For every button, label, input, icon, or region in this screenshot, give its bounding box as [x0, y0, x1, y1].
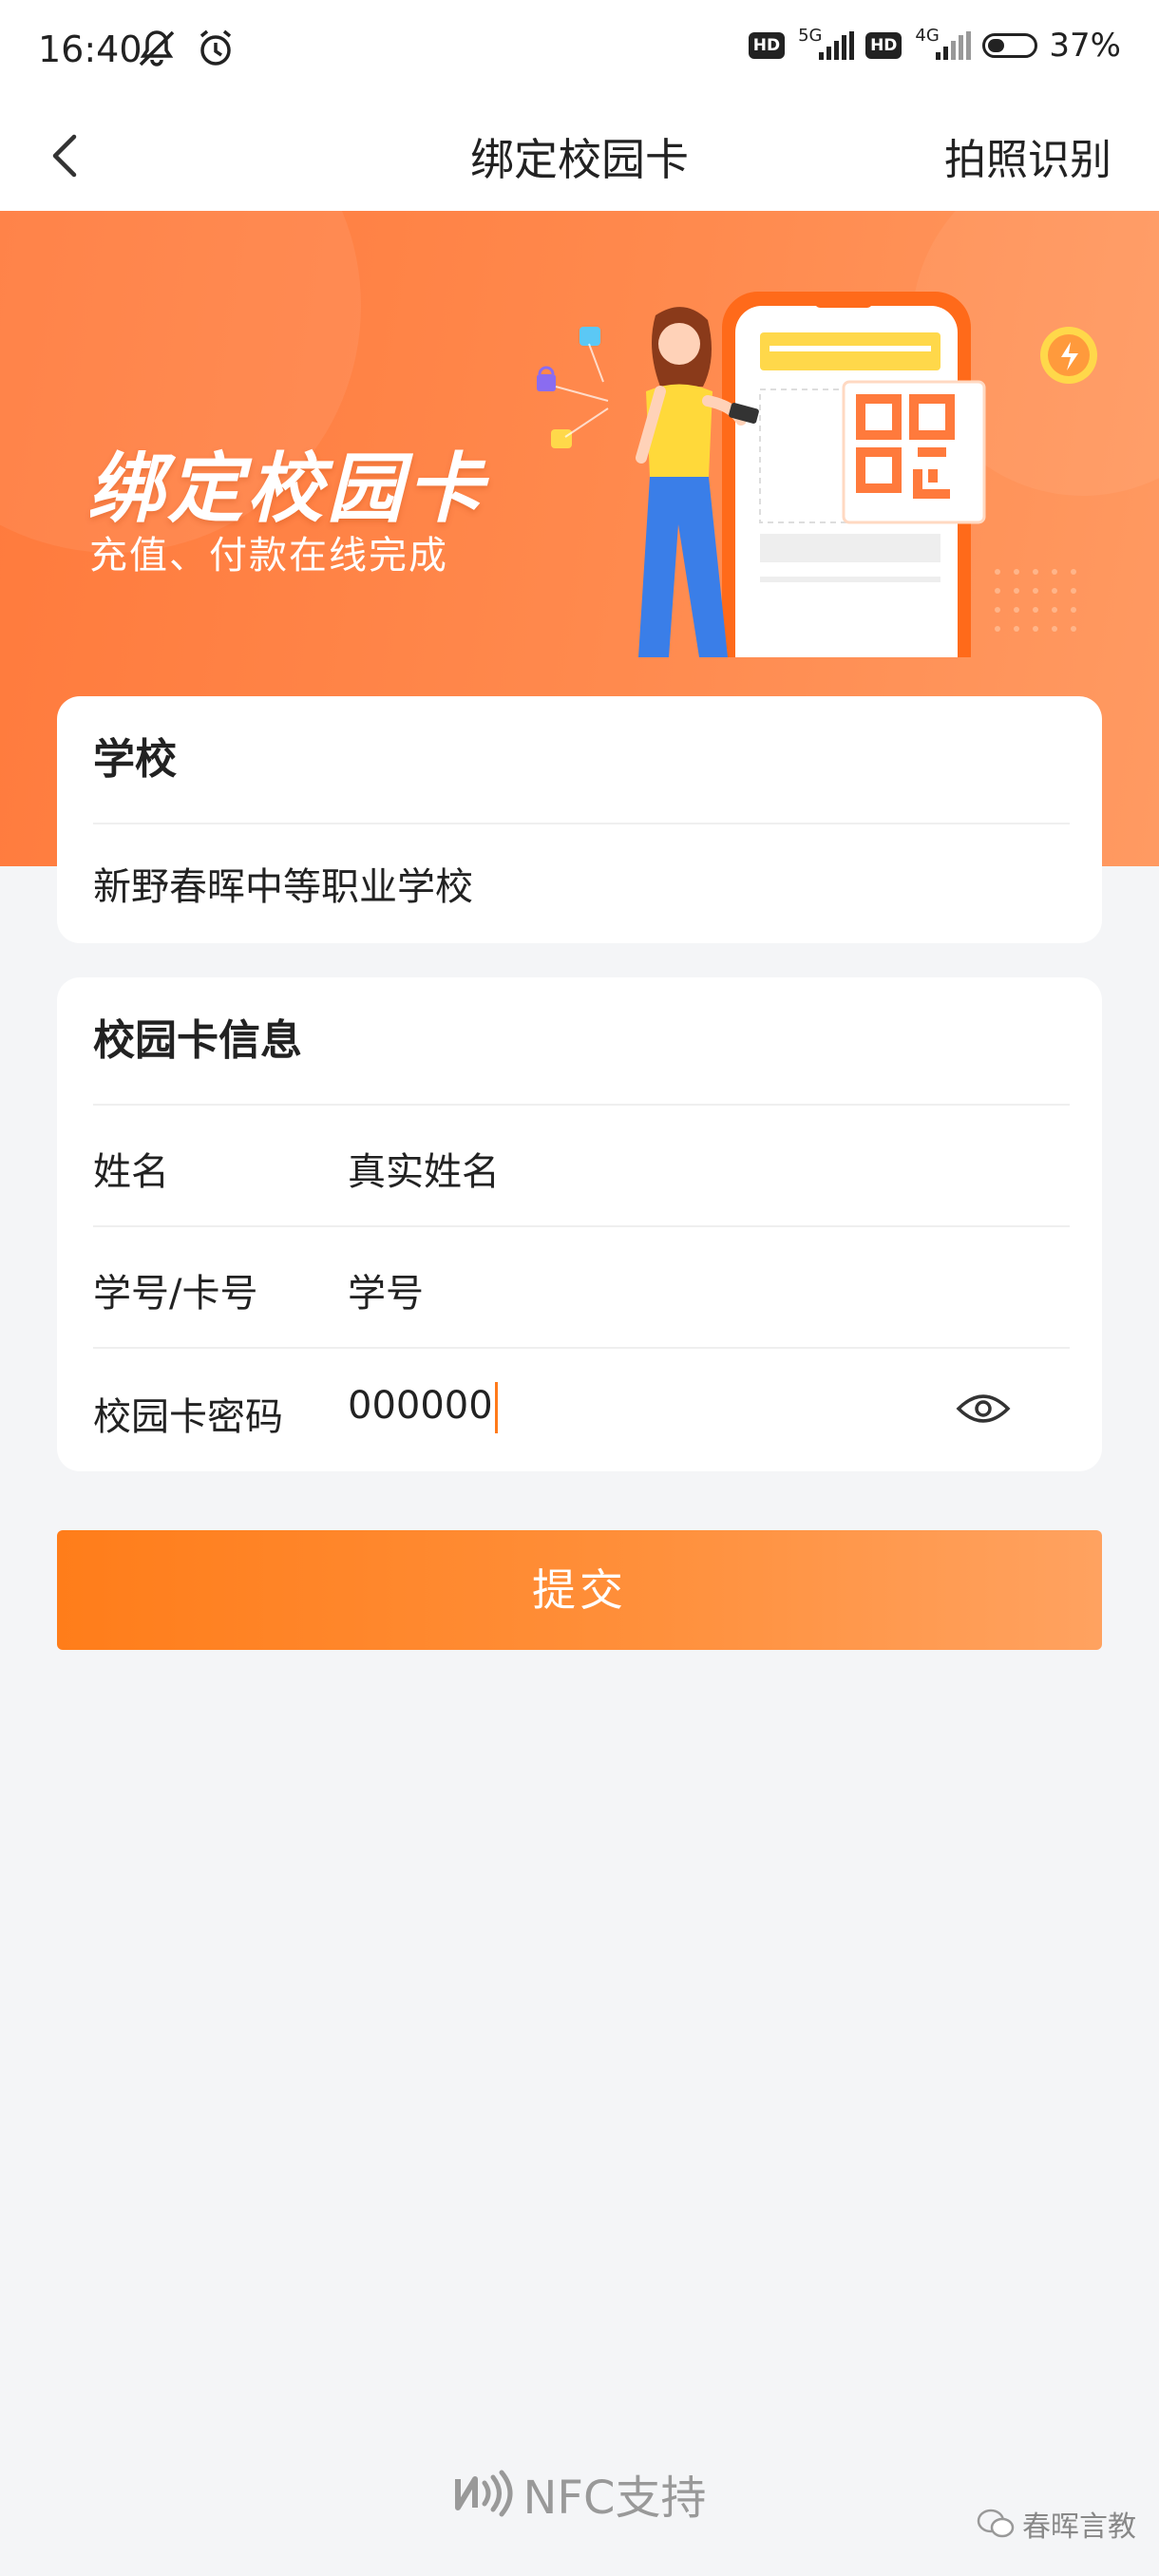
signal-icon: 5G [796, 26, 855, 60]
status-bar: 16:40 HD 5G HD 4G 37% [0, 0, 1159, 104]
school-card: 学校 新野春晖中等职业学校 [57, 696, 1102, 943]
password-label: 校园卡密码 [93, 1395, 283, 1439]
nav-bar: 绑定校园卡 拍照识别 [0, 104, 1159, 211]
network-type: 5G [798, 26, 823, 46]
battery-icon [982, 33, 1038, 58]
text-caret [494, 1382, 498, 1433]
wechat-icon [977, 2509, 1015, 2538]
password-input[interactable]: 000000 [348, 1380, 498, 1433]
eye-icon[interactable] [956, 1390, 1011, 1428]
hd-badge: HD [748, 32, 786, 59]
status-time: 16:40 [38, 28, 142, 70]
name-label: 姓名 [93, 1150, 169, 1194]
watermark-text: 春晖言教 [1022, 2510, 1136, 2544]
hd-badge-2: HD [865, 32, 902, 59]
watermark: 春晖言教 [977, 2503, 1136, 2545]
school-name[interactable]: 新野春晖中等职业学校 [93, 856, 473, 911]
battery-percent: 37% [1049, 27, 1121, 65]
network-type-2: 4G [915, 26, 940, 46]
student-id-input[interactable]: 学号 [348, 1262, 424, 1317]
banner-title: 绑定校园卡 [87, 445, 486, 533]
card-info-heading: 校园卡信息 [93, 1016, 302, 1065]
nfc-label: NFC支持 [522, 2472, 707, 2525]
school-heading: 学校 [93, 735, 177, 784]
card-info-card: 校园卡信息 姓名 真实姓名 学号/卡号 学号 校园卡密码 000000 [57, 977, 1102, 1471]
banner-illustration [537, 292, 1097, 657]
submit-button[interactable]: 提交 [57, 1530, 1102, 1650]
password-value: 000000 [348, 1384, 493, 1428]
signal-icon-2: 4G [913, 26, 972, 60]
photo-recognize-button[interactable]: 拍照识别 [944, 125, 1112, 186]
banner-subtitle: 充值、付款在线完成 [89, 534, 448, 578]
student-id-label: 学号/卡号 [93, 1272, 258, 1316]
nfc-icon [455, 2470, 513, 2517]
mute-icon [139, 30, 175, 66]
name-input[interactable]: 真实姓名 [348, 1141, 500, 1196]
alarm-icon [200, 29, 232, 66]
